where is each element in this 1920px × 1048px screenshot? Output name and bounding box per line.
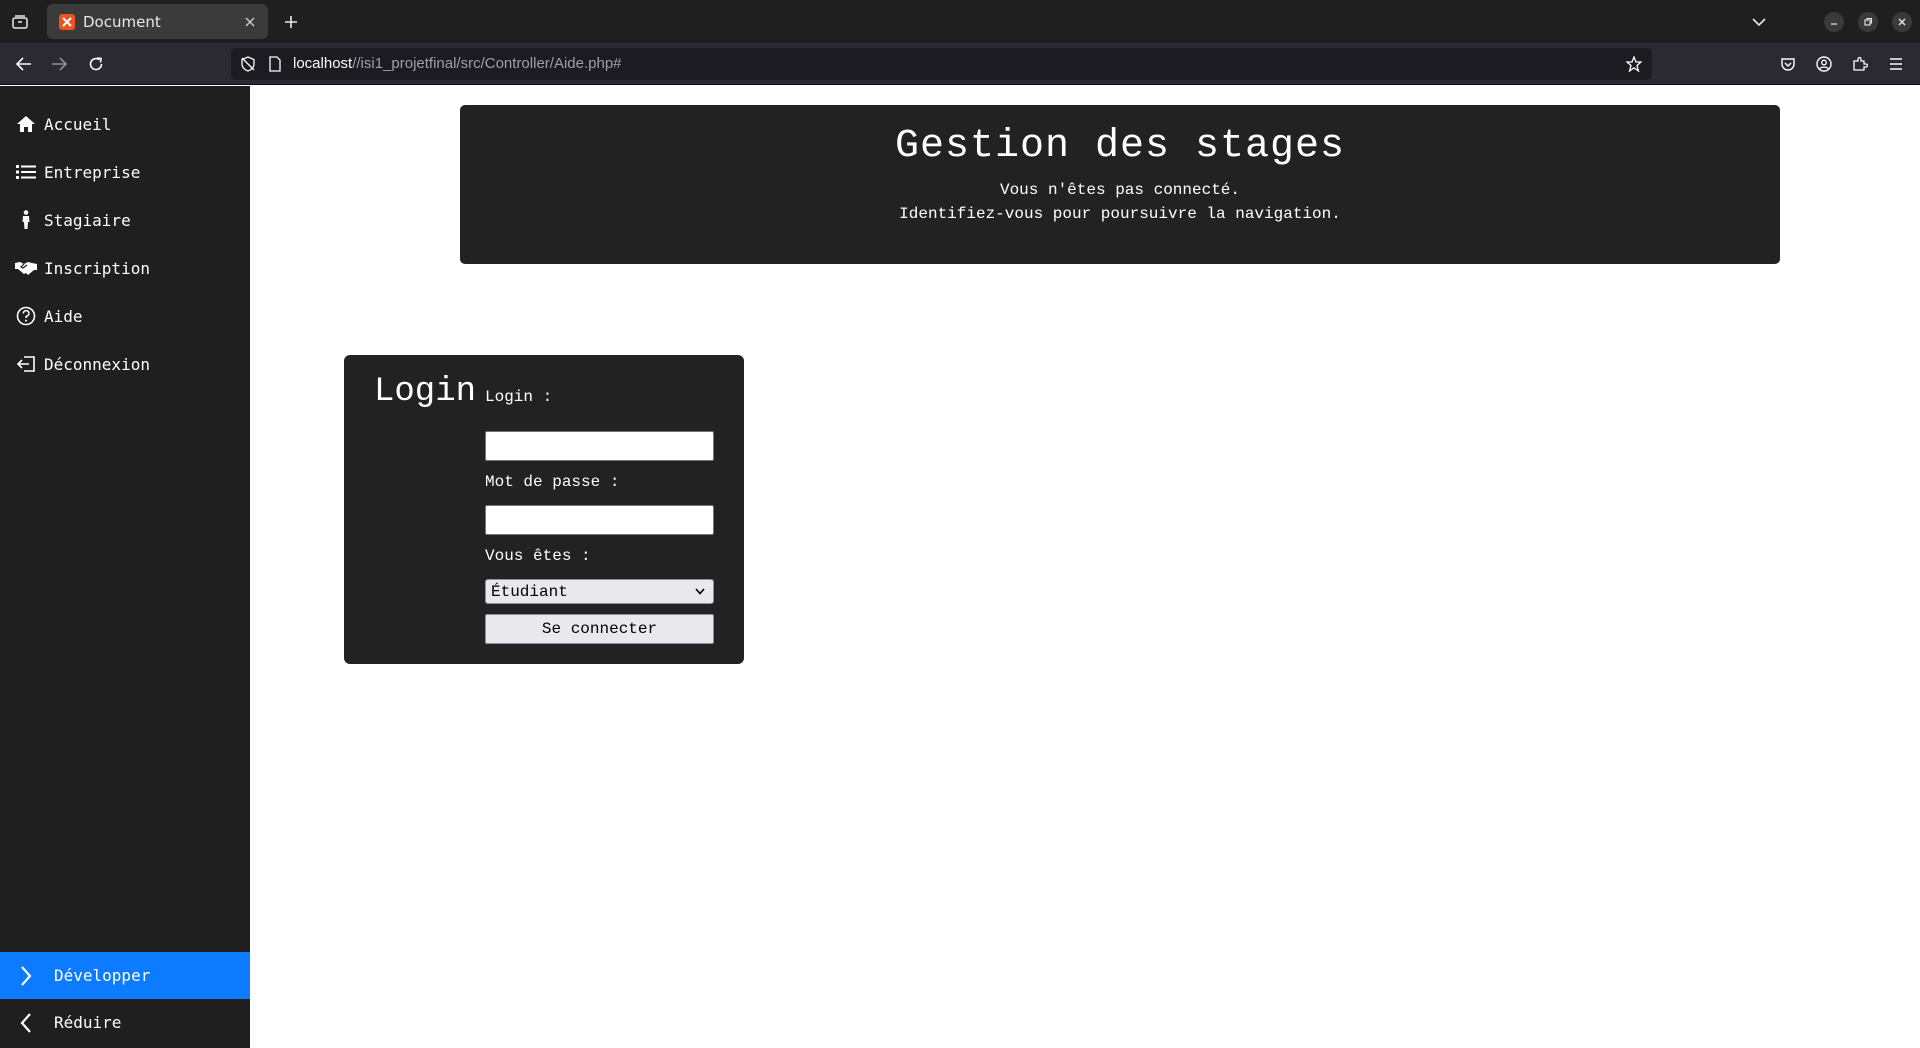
back-arrow-icon[interactable]	[12, 52, 36, 76]
list-all-tabs-chevron-icon[interactable]	[1747, 10, 1771, 34]
window-close-icon[interactable]	[1892, 12, 1912, 32]
url-text[interactable]: localhost//isi1_projetfinal/src/Controll…	[293, 55, 622, 72]
login-input[interactable]	[485, 431, 714, 461]
tab-close-icon[interactable]	[238, 10, 262, 34]
sidebar: Accueil Entreprise Stagiaire Inscription…	[0, 86, 250, 1048]
chevron-left-icon	[14, 1011, 38, 1035]
sidebar-item-accueil[interactable]: Accueil	[0, 104, 250, 144]
xampp-favicon-icon	[59, 13, 75, 30]
tab-title: Document	[83, 12, 161, 31]
sidebar-item-aide[interactable]: Aide	[0, 296, 250, 336]
not-connected-message: Vous n'êtes pas connecté.	[999, 181, 1241, 199]
tab-list-icon[interactable]	[10, 12, 30, 32]
sidebar-item-label: Aide	[44, 306, 83, 326]
role-select-value: Étudiant	[491, 582, 568, 601]
sidebar-expand-label: Développer	[54, 966, 151, 985]
reload-icon[interactable]	[84, 52, 108, 76]
connect-button[interactable]: Se connecter	[485, 614, 714, 644]
url-bar[interactable]: localhost//isi1_projetfinal/src/Controll…	[231, 48, 1652, 80]
sidebar-item-label: Déconnexion	[44, 354, 150, 374]
page-info-icon[interactable]	[267, 56, 283, 72]
chevron-down-icon	[693, 585, 707, 599]
minimize-icon[interactable]	[1824, 12, 1844, 32]
password-label: Mot de passe :	[485, 473, 620, 491]
browser-tab[interactable]: Document	[47, 4, 268, 39]
role-select[interactable]: Étudiant	[485, 579, 714, 604]
sidebar-item-inscription[interactable]: Inscription	[0, 248, 250, 288]
login-form-title: Login	[374, 373, 477, 411]
logout-icon	[14, 352, 38, 376]
new-tab-plus-icon[interactable]	[279, 10, 303, 34]
sidebar-item-deconnexion[interactable]: Déconnexion	[0, 344, 250, 384]
sidebar-item-label: Entreprise	[44, 162, 141, 182]
handshake-icon	[14, 256, 38, 280]
sidebar-item-label: Inscription	[44, 258, 150, 278]
person-icon	[14, 208, 38, 232]
sidebar-collapse-label: Réduire	[54, 1013, 122, 1032]
home-icon	[14, 112, 38, 136]
sidebar-expand-button[interactable]: Développer	[0, 952, 250, 999]
password-input[interactable]	[485, 505, 714, 535]
role-label: Vous êtes :	[485, 547, 591, 565]
login-label: Login :	[485, 388, 553, 406]
sidebar-item-label: Stagiaire	[44, 210, 131, 230]
sidebar-collapse-button[interactable]: Réduire	[0, 999, 250, 1046]
menu-hamburger-icon[interactable]	[1884, 52, 1908, 76]
help-circle-icon	[14, 304, 38, 328]
sidebar-item-label: Accueil	[44, 114, 112, 134]
pocket-icon[interactable]	[1776, 52, 1800, 76]
restore-icon[interactable]	[1858, 12, 1878, 32]
login-form: Login Login : Mot de passe : Vous êtes :…	[344, 355, 744, 664]
extensions-puzzle-icon[interactable]	[1848, 52, 1872, 76]
chevron-right-icon	[14, 964, 38, 988]
identify-message: Identifiez-vous pour poursuivre la navig…	[899, 205, 1341, 223]
sidebar-item-entreprise[interactable]: Entreprise	[0, 152, 250, 192]
browser-nav-bar: localhost//isi1_projetfinal/src/Controll…	[0, 43, 1920, 85]
page-title: Gestion des stages	[894, 124, 1346, 169]
tracking-protection-shield-icon[interactable]	[240, 56, 256, 72]
account-icon[interactable]	[1812, 52, 1836, 76]
page-header: Gestion des stages Vous n'êtes pas conne…	[460, 105, 1780, 264]
sidebar-item-stagiaire[interactable]: Stagiaire	[0, 200, 250, 240]
forward-arrow-icon[interactable]	[47, 52, 71, 76]
list-icon	[14, 160, 38, 184]
bookmark-star-icon[interactable]	[1626, 56, 1642, 72]
browser-tab-bar: Document	[0, 0, 1920, 43]
